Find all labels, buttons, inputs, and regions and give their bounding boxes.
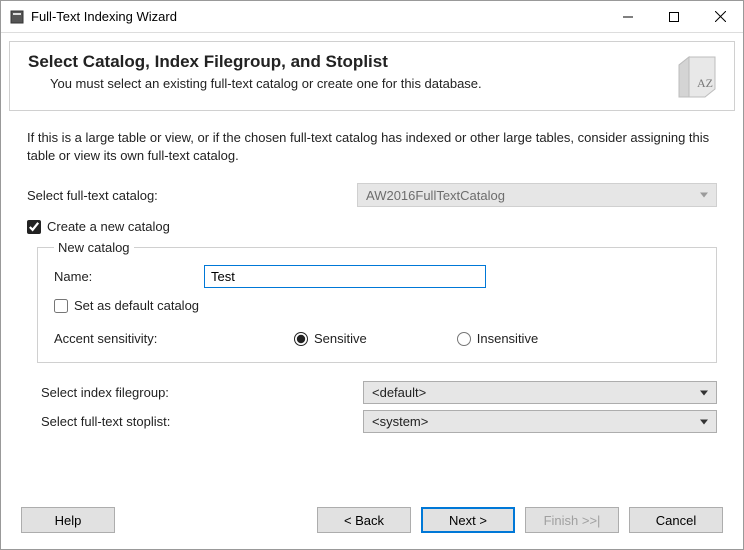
app-icon [9,9,25,25]
set-default-checkbox[interactable] [54,299,68,313]
cancel-button[interactable]: Cancel [629,507,723,533]
create-catalog-label: Create a new catalog [47,219,170,234]
filegroup-select[interactable]: <default> [363,381,717,404]
name-label: Name: [54,269,204,284]
window-title: Full-Text Indexing Wizard [31,9,605,24]
wizard-footer: Help < Back Next > Finish >>| Cancel [1,495,743,549]
accent-insensitive-label: Insensitive [477,331,538,346]
banner-heading: Select Catalog, Index Filegroup, and Sto… [28,52,672,72]
create-catalog-checkbox[interactable] [27,220,41,234]
stoplist-label: Select full-text stoplist: [41,414,363,429]
book-az-icon: AZ [672,52,722,102]
accent-insensitive-radio[interactable] [457,332,471,346]
minimize-button[interactable] [605,1,651,32]
titlebar: Full-Text Indexing Wizard [1,1,743,33]
next-button[interactable]: Next > [421,507,515,533]
finish-button: Finish >>| [525,507,619,533]
catalog-select: AW2016FullTextCatalog [357,183,717,207]
accent-sensitive-radio[interactable] [294,332,308,346]
catalog-label: Select full-text catalog: [27,188,357,203]
new-catalog-legend: New catalog [54,240,134,255]
close-button[interactable] [697,1,743,32]
advice-text: If this is a large table or view, or if … [27,129,717,165]
catalog-name-input[interactable] [204,265,486,288]
catalog-value: AW2016FullTextCatalog [366,188,505,203]
wizard-content: If this is a large table or view, or if … [1,111,743,495]
stoplist-value: <system> [372,414,428,429]
stoplist-select[interactable]: <system> [363,410,717,433]
new-catalog-group: New catalog Name: Set as default catalog… [37,240,717,363]
set-default-label: Set as default catalog [74,298,199,313]
maximize-button[interactable] [651,1,697,32]
accent-sensitive-label: Sensitive [314,331,367,346]
back-button[interactable]: < Back [317,507,411,533]
wizard-banner: Select Catalog, Index Filegroup, and Sto… [9,41,735,111]
help-button[interactable]: Help [21,507,115,533]
svg-text:AZ: AZ [697,76,713,90]
filegroup-label: Select index filegroup: [41,385,363,400]
banner-sub: You must select an existing full-text ca… [50,76,672,91]
filegroup-value: <default> [372,385,426,400]
accent-label: Accent sensitivity: [54,331,294,346]
